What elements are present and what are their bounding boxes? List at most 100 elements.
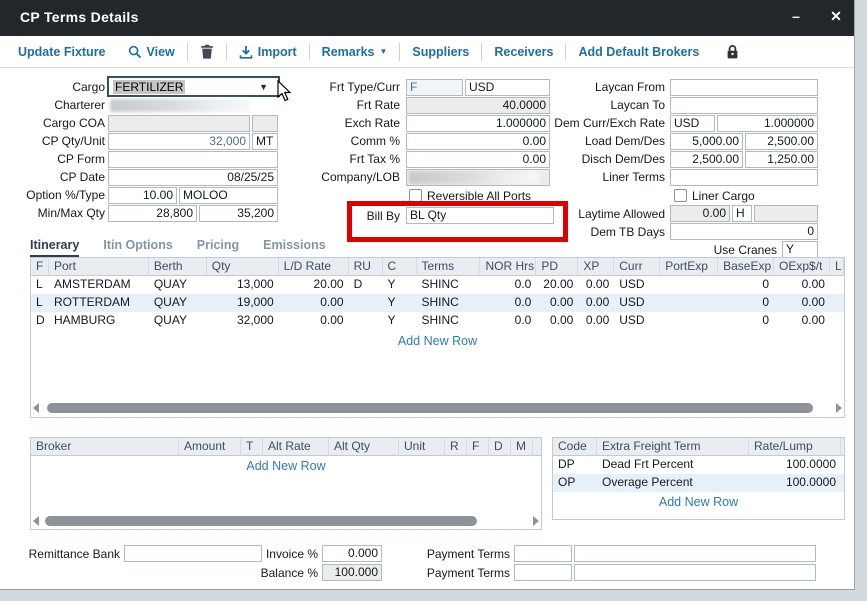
- charterer-field-redacted[interactable]: [110, 99, 250, 112]
- laytime-unit-field[interactable]: H: [732, 205, 752, 222]
- scroll-right-arrow-icon[interactable]: [533, 516, 539, 526]
- laycan-to-field[interactable]: [670, 97, 818, 114]
- cargo-coa-sub-field[interactable]: [252, 115, 278, 132]
- broker-add-new-row-link[interactable]: Add New Row: [31, 459, 541, 473]
- itinerary-header-row: F Port Berth Qty L/D Rate RU C Terms NOR…: [31, 258, 844, 276]
- option-type-field[interactable]: MOLOO: [179, 187, 278, 204]
- broker-hscrollbar[interactable]: [33, 514, 539, 528]
- tab-itin-options[interactable]: Itin Options: [103, 238, 172, 258]
- view-button[interactable]: View: [128, 45, 175, 59]
- laycan-from-field[interactable]: [670, 79, 818, 96]
- tab-pricing[interactable]: Pricing: [197, 238, 239, 258]
- payment-terms-desc-field-1[interactable]: [574, 545, 816, 562]
- bill-by-field[interactable]: BL Qty: [406, 207, 554, 224]
- scroll-left-arrow-icon[interactable]: [33, 403, 39, 413]
- cp-form-field[interactable]: [108, 151, 278, 168]
- cp-qty-label: CP Qty/Unit: [8, 133, 105, 150]
- liner-terms-field[interactable]: [670, 169, 818, 186]
- toolbar-divider: [187, 43, 188, 61]
- extra-freight-grid: Code Extra Freight Term Rate/Lump DPDead…: [552, 437, 845, 520]
- load-dem-field[interactable]: 5,000.00: [670, 133, 743, 150]
- cp-qty-field[interactable]: 32,000: [108, 133, 250, 150]
- tab-itinerary[interactable]: Itinerary: [30, 238, 79, 258]
- scroll-right-arrow-icon[interactable]: [836, 403, 842, 413]
- remarks-button[interactable]: Remarks▼: [322, 45, 388, 59]
- balance-pct-field[interactable]: 100.000: [322, 564, 382, 581]
- tab-bar: Itinerary Itin Options Pricing Emissions: [30, 238, 326, 258]
- min-qty-field[interactable]: 28,800: [108, 205, 197, 222]
- balance-pct-label: Balance %: [240, 565, 318, 582]
- disch-dem-field[interactable]: 2,500.00: [670, 151, 743, 168]
- reversible-all-ports-checkbox[interactable]: [409, 189, 422, 202]
- broker-hscrollbar-thumb[interactable]: [45, 516, 477, 526]
- frt-tax-label: Frt Tax %: [295, 151, 400, 168]
- receivers-button[interactable]: Receivers: [494, 45, 553, 59]
- itinerary-row[interactable]: DHAMBURGQUAY32,0000.00YSHINC0.00.000.00U…: [31, 312, 844, 330]
- frt-tax-field[interactable]: 0.00: [406, 151, 550, 168]
- frt-rate-field[interactable]: 40.0000: [406, 97, 550, 114]
- extra-freight-add-new-row-link[interactable]: Add New Row: [553, 495, 844, 509]
- delete-button[interactable]: [200, 44, 214, 59]
- cp-qty-unit-field[interactable]: MT: [252, 133, 278, 150]
- dem-curr-field[interactable]: USD: [670, 115, 715, 132]
- load-dem-des-label: Load Dem/Des: [540, 133, 665, 150]
- invoice-pct-field[interactable]: 0.000: [322, 545, 382, 562]
- minimize-button[interactable]: –: [785, 8, 807, 24]
- col-clipped: L: [830, 258, 844, 276]
- col-r: R: [445, 438, 467, 456]
- itinerary-hscrollbar[interactable]: [33, 401, 842, 415]
- dem-curr-exch-label: Dem Curr/Exch Rate: [540, 115, 665, 132]
- lock-icon[interactable]: [725, 44, 740, 60]
- update-fixture-button[interactable]: Update Fixture: [18, 45, 106, 59]
- chevron-down-icon[interactable]: ▼: [259, 82, 274, 92]
- exch-rate-field[interactable]: 1.000000: [406, 115, 550, 132]
- company-lob-field-redacted[interactable]: [406, 169, 550, 186]
- itinerary-add-new-row-link[interactable]: Add New Row: [31, 334, 844, 348]
- col-c: C: [383, 258, 417, 276]
- cargo-coa-label: Cargo COA: [8, 115, 105, 132]
- frt-curr-field[interactable]: USD: [465, 79, 550, 96]
- suppliers-button[interactable]: Suppliers: [412, 45, 469, 59]
- load-des-field[interactable]: 2,500.00: [745, 133, 818, 150]
- exch-rate-label: Exch Rate: [295, 115, 400, 132]
- itinerary-row[interactable]: LAMSTERDAMQUAY13,00020.00DYSHINC0.020.00…: [31, 276, 844, 294]
- dem-exch-rate-field[interactable]: 1.000000: [717, 115, 818, 132]
- cp-terms-details-window: CP Terms Details – ✕ Update Fixture View…: [0, 0, 855, 590]
- dem-tb-days-field[interactable]: 0: [670, 223, 818, 240]
- cargo-dropdown[interactable]: FERTILIZER ▼: [107, 76, 280, 97]
- payment-terms-desc-field-2[interactable]: [574, 564, 816, 581]
- col-terms: Terms: [417, 258, 481, 276]
- download-icon: [239, 45, 253, 59]
- liner-cargo-checkbox[interactable]: [674, 189, 687, 202]
- cargo-coa-field[interactable]: [108, 115, 250, 132]
- payment-terms-code-field-1[interactable]: [514, 545, 572, 562]
- use-cranes-field[interactable]: Y: [782, 241, 818, 258]
- option-pct-field[interactable]: 10.00: [108, 187, 177, 204]
- disch-des-field[interactable]: 1,250.00: [745, 151, 818, 168]
- laytime-extra-field[interactable]: [754, 205, 818, 222]
- max-qty-field[interactable]: 35,200: [199, 205, 278, 222]
- laytime-allowed-label: Laytime Allowed: [540, 206, 665, 223]
- add-default-brokers-button[interactable]: Add Default Brokers: [578, 45, 699, 59]
- extra-freight-row[interactable]: DPDead Frt Percent100.0000: [553, 456, 844, 474]
- comm-pct-field[interactable]: 0.00: [406, 133, 550, 150]
- close-button[interactable]: ✕: [825, 8, 847, 25]
- col-pd: PD: [536, 258, 578, 276]
- tab-emissions[interactable]: Emissions: [263, 238, 326, 258]
- col-xp: XP: [578, 258, 614, 276]
- import-button[interactable]: Import: [239, 45, 297, 59]
- title-bar: CP Terms Details – ✕: [0, 0, 854, 36]
- laytime-allowed-field[interactable]: 0.00: [670, 205, 730, 222]
- cp-date-label: CP Date: [8, 169, 105, 186]
- payment-terms-code-field-2[interactable]: [514, 564, 572, 581]
- scroll-left-arrow-icon[interactable]: [33, 516, 39, 526]
- invoice-pct-label: Invoice %: [240, 546, 318, 563]
- magnifier-icon: [128, 45, 142, 59]
- extra-freight-row[interactable]: OPOverage Percent100.0000: [553, 474, 844, 492]
- laycan-to-label: Laycan To: [540, 97, 665, 114]
- cp-date-field[interactable]: 08/25/25: [108, 169, 278, 186]
- frt-type-field[interactable]: F: [406, 79, 463, 96]
- itinerary-row[interactable]: LROTTERDAMQUAY19,0000.00YSHINC0.00.000.0…: [31, 294, 844, 312]
- frt-type-curr-label: Frt Type/Curr: [295, 79, 400, 96]
- itinerary-hscrollbar-thumb[interactable]: [47, 403, 813, 413]
